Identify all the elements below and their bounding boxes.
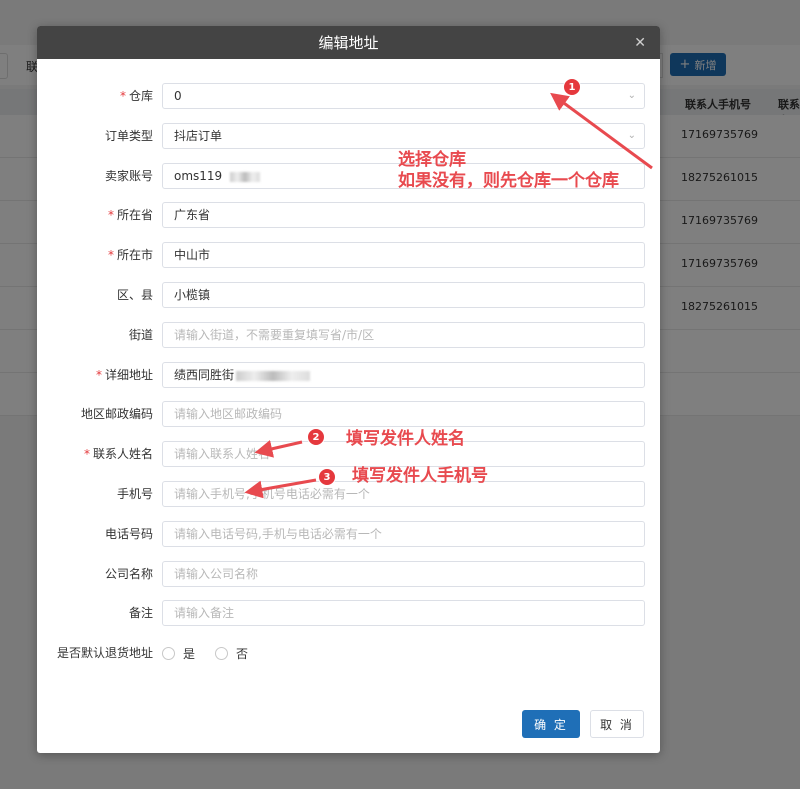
radio-yes-circle[interactable]	[162, 646, 175, 660]
city-label-text: 所在市	[116, 248, 153, 262]
required-mark: *	[83, 447, 90, 461]
district-value: 小榄镇	[174, 288, 211, 302]
mobile-label-text: 手机号	[116, 487, 153, 501]
form-row-contact-name: * 联系人姓名 请输入联系人姓名	[37, 441, 660, 467]
city-value: 中山市	[174, 248, 211, 262]
close-icon[interactable]: ✕	[634, 35, 646, 51]
detail-address-label-text: 详细地址	[104, 368, 153, 382]
default-return-row: 是否默认退货地址 是 否	[37, 640, 660, 666]
detail-address-input[interactable]: 绩西同胜街	[162, 362, 645, 388]
detail-address-label: * 详细地址	[96, 362, 153, 388]
required-mark: *	[95, 368, 102, 382]
telephone-input[interactable]: 请输入电话号码,手机与电话必需有一个	[162, 521, 645, 547]
required-mark: *	[107, 248, 114, 262]
form-row-city: * 所在市 中山市	[37, 242, 660, 268]
company-placeholder: 请输入公司名称	[174, 567, 259, 581]
postal-code-label: 地区邮政编码	[81, 401, 153, 427]
redacted-blur	[236, 370, 311, 381]
province-label-text: 所在省	[116, 208, 153, 222]
warehouse-select[interactable]: 0 ⌄	[162, 83, 645, 109]
remark-label-text: 备注	[128, 606, 153, 620]
remark-input[interactable]: 请输入备注	[162, 600, 645, 626]
form-row-order-type: 订单类型 抖店订单 ⌄	[37, 123, 660, 149]
redacted-blur	[230, 171, 261, 182]
district-label-text: 区、县	[116, 288, 153, 302]
telephone-label-text: 电话号码	[104, 527, 153, 541]
form-row-seller-account: 卖家账号 oms119	[37, 163, 660, 189]
dialog-title: 编辑地址	[318, 34, 379, 52]
form-row-postal-code: 地区邮政编码 请输入地区邮政编码	[37, 401, 660, 427]
radio-yes-label: 是	[183, 646, 196, 661]
company-label-text: 公司名称	[104, 567, 153, 581]
form-row-street: 街道 请输入街道，不需要重复填写省/市/区	[37, 322, 660, 348]
chevron-down-icon[interactable]: ⌄	[628, 124, 636, 148]
postal-code-label-text: 地区邮政编码	[80, 407, 153, 421]
form-row-warehouse: * 仓库 0 ⌄	[37, 83, 660, 109]
company-input[interactable]: 请输入公司名称	[162, 561, 645, 587]
detail-address-value: 绩西同胜街	[174, 368, 235, 382]
street-label-text: 街道	[128, 328, 153, 342]
telephone-placeholder: 请输入电话号码,手机与电话必需有一个	[174, 527, 382, 541]
form-row-company: 公司名称 请输入公司名称	[37, 561, 660, 587]
required-mark: *	[107, 208, 114, 222]
warehouse-value: 0	[174, 89, 182, 103]
company-label: 公司名称	[105, 561, 153, 587]
radio-no[interactable]: 否	[215, 645, 248, 662]
seller-account-value: oms119	[174, 169, 223, 183]
city-input[interactable]: 中山市	[162, 242, 645, 268]
chevron-down-icon[interactable]: ⌄	[628, 84, 636, 108]
street-placeholder: 请输入街道，不需要重复填写省/市/区	[174, 328, 375, 342]
district-label: 区、县	[117, 282, 153, 308]
remark-placeholder: 请输入备注	[174, 606, 235, 620]
contact-name-label-text: 联系人姓名	[92, 447, 153, 461]
postal-code-placeholder: 请输入地区邮政编码	[174, 407, 283, 421]
street-input[interactable]: 请输入街道，不需要重复填写省/市/区	[162, 322, 645, 348]
mobile-label: 手机号	[117, 481, 153, 507]
form-row-telephone: 电话号码 请输入电话号码,手机与电话必需有一个	[37, 521, 660, 547]
remark-label: 备注	[129, 600, 153, 626]
city-label: * 所在市	[108, 242, 153, 268]
contact-name-placeholder: 请输入联系人姓名	[174, 447, 271, 461]
radio-no-label: 否	[236, 646, 249, 661]
radio-yes[interactable]: 是	[162, 645, 195, 662]
warehouse-label-text: 仓库	[128, 89, 153, 103]
postal-code-input[interactable]: 请输入地区邮政编码	[162, 401, 645, 427]
default-return-radio-group: 是 否	[162, 640, 268, 666]
contact-name-input[interactable]: 请输入联系人姓名	[162, 441, 645, 467]
radio-no-circle[interactable]	[215, 646, 229, 660]
form-row-remark: 备注 请输入备注	[37, 600, 660, 626]
form-row-province: * 所在省 广东省	[37, 202, 660, 228]
default-return-label: 是否默认退货地址	[56, 646, 153, 660]
cancel-button[interactable]: 取 消	[590, 710, 644, 738]
province-label: * 所在省	[108, 202, 153, 228]
province-value: 广东省	[174, 208, 211, 222]
contact-name-label: * 联系人姓名	[84, 441, 153, 467]
telephone-label: 电话号码	[105, 521, 153, 547]
seller-account-input[interactable]: oms119	[162, 163, 645, 189]
district-input[interactable]: 小榄镇	[162, 282, 645, 308]
form-row-district: 区、县 小榄镇	[37, 282, 660, 308]
form-row-mobile: 手机号 请输入手机号,手机号电话必需有一个	[37, 481, 660, 507]
order-type-value: 抖店订单	[174, 129, 223, 143]
mobile-placeholder: 请输入手机号,手机号电话必需有一个	[174, 487, 370, 501]
form-row-detail-address: * 详细地址 绩西同胜街	[37, 362, 660, 388]
seller-account-label: 卖家账号	[105, 163, 153, 189]
confirm-button[interactable]: 确 定	[522, 710, 580, 738]
province-input[interactable]: 广东省	[162, 202, 645, 228]
warehouse-label: * 仓库	[120, 83, 153, 109]
order-type-label-text: 订单类型	[104, 129, 153, 143]
edit-address-dialog: 编辑地址 ✕ * 仓库 0 ⌄ 订单类型 抖店订单 ⌄ 卖家账号 oms119 * 所在省 广东省 * 所…	[37, 26, 660, 753]
mobile-input[interactable]: 请输入手机号,手机号电话必需有一个	[162, 481, 645, 507]
dialog-header: 编辑地址 ✕	[37, 26, 660, 59]
order-type-select[interactable]: 抖店订单 ⌄	[162, 123, 645, 149]
required-mark: *	[119, 89, 126, 103]
seller-account-label-text: 卖家账号	[104, 169, 153, 183]
order-type-label: 订单类型	[105, 123, 153, 149]
street-label: 街道	[129, 322, 153, 348]
